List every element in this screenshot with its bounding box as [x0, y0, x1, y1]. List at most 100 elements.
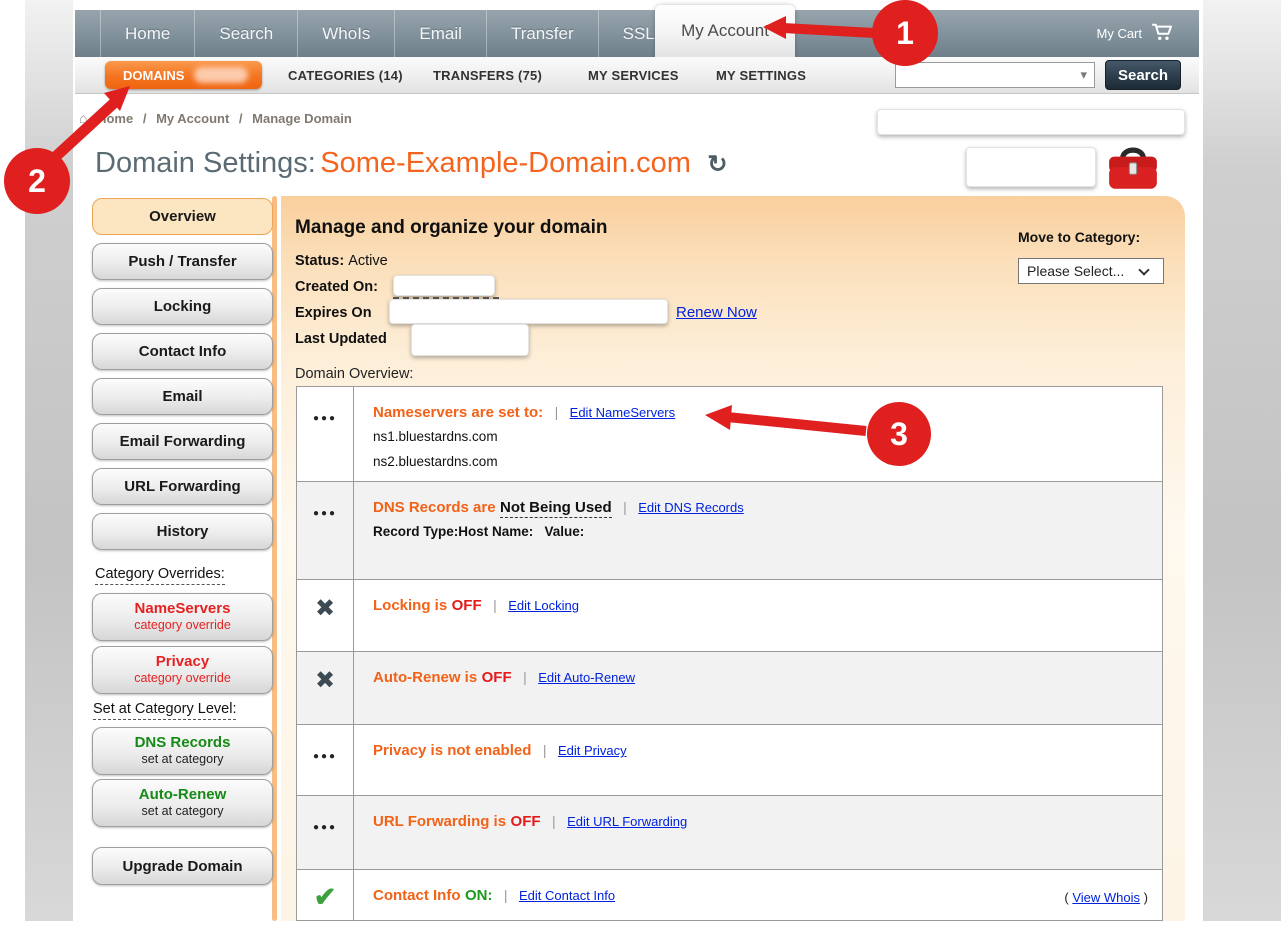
dots-icon: ●●● [297, 508, 353, 519]
nav-tab-home[interactable]: Home [100, 10, 195, 57]
row-icon-cell: ●●● [297, 482, 354, 579]
table-row-locking: ✖ Locking is OFF | Edit Locking [297, 580, 1162, 652]
override-title: Privacy [156, 653, 209, 670]
status-label: Status: [295, 253, 344, 269]
breadcrumb: ⌂ Home / My Account / Manage Domain [79, 110, 352, 126]
nameserver-2: ns2.bluestardns.com [373, 452, 1144, 472]
breadcrumb-manage-domain[interactable]: Manage Domain [252, 111, 352, 126]
home-icon: ⌂ [79, 110, 87, 126]
breadcrumb-home[interactable]: Home [97, 111, 133, 126]
redacted-expires-date [389, 299, 668, 324]
sidebar-button-nameservers-override[interactable]: NameServers category override [92, 593, 273, 641]
category-overrides-heading: Category Overrides: [95, 566, 225, 582]
category-title: Auto-Renew [139, 786, 227, 803]
status-line: Status: Active [295, 253, 388, 269]
row-title: Locking is [373, 597, 447, 614]
sidebar-tab-contact-info[interactable]: Contact Info [92, 333, 273, 370]
title-domain-name: Some-Example-Domain.com [320, 147, 691, 179]
row-status: OFF [482, 669, 512, 686]
toolbox-icon[interactable] [1106, 141, 1160, 198]
row-icon-cell: ✔ [297, 870, 354, 921]
nav-tab-transfer[interactable]: Transfer [487, 10, 599, 57]
pipe-separator: | [555, 404, 559, 420]
category-subtitle: set at category [142, 751, 224, 768]
subnav-item-categories[interactable]: CATEGORIES (14) [288, 57, 403, 93]
pipe-separator: | [504, 887, 508, 903]
edit-dns-records-link[interactable]: Edit DNS Records [638, 500, 743, 515]
edit-locking-link[interactable]: Edit Locking [508, 598, 579, 613]
last-updated-label: Last Updated [295, 331, 387, 347]
category-title: DNS Records [135, 734, 231, 751]
upgrade-domain-button[interactable]: Upgrade Domain [92, 847, 273, 885]
edit-nameservers-link[interactable]: Edit NameServers [570, 405, 675, 420]
table-row-auto-renew: ✖ Auto-Renew is OFF | Edit Auto-Renew [297, 652, 1162, 725]
breadcrumb-separator: / [143, 111, 147, 126]
sidebar-tab-email[interactable]: Email [92, 378, 273, 415]
row-status: OFF [452, 597, 482, 614]
category-subtitle: set at category [142, 803, 224, 820]
domain-manager-page: Home Search WhoIs Email Transfer SSL My … [0, 0, 1287, 931]
row-title: DNS Records are [373, 499, 496, 516]
move-to-category-select[interactable]: Please Select... [1018, 258, 1164, 284]
table-row-nameservers: ●●● Nameservers are set to: | Edit NameS… [297, 387, 1162, 482]
renew-now-link[interactable]: Renew Now [676, 304, 757, 321]
table-row-url-forwarding: ●●● URL Forwarding is OFF | Edit URL For… [297, 796, 1162, 870]
row-title: Contact Info [373, 887, 461, 904]
row-title: URL Forwarding is [373, 813, 506, 830]
domain-search-dropdown[interactable]: ▾ [895, 62, 1095, 88]
created-on-line: Created On: [295, 279, 378, 295]
nav-tab-search[interactable]: Search [195, 10, 298, 57]
sidebar-button-privacy-override[interactable]: Privacy category override [92, 646, 273, 694]
nav-tab-email[interactable]: Email [395, 10, 487, 57]
x-icon: ✖ [297, 666, 353, 695]
subnav-item-my-services[interactable]: MY SERVICES [588, 57, 679, 93]
table-row-dns-records: ●●● DNS Records are Not Being Used | Edi… [297, 482, 1162, 580]
expires-on-label: Expires On [295, 305, 372, 321]
redacted-updated-date [411, 324, 529, 356]
paren-close: ) [1140, 890, 1148, 905]
pipe-separator: | [552, 813, 556, 829]
sidebar-tab-email-forwarding[interactable]: Email Forwarding [92, 423, 273, 460]
sidebar-tab-history[interactable]: History [92, 513, 273, 550]
row-icon-cell: ●●● [297, 387, 354, 481]
redacted-box-top [877, 109, 1185, 135]
breadcrumb-my-account[interactable]: My Account [156, 111, 229, 126]
sidebar-tab-overview[interactable]: Overview [92, 198, 273, 235]
subnav-item-transfers[interactable]: TRANSFERS (75) [433, 57, 542, 93]
row-status: Not Being Used [500, 499, 612, 518]
override-subtitle: category override [134, 617, 231, 634]
subnav-item-my-settings[interactable]: MY SETTINGS [716, 57, 806, 93]
my-cart-label: My Cart [1097, 26, 1143, 41]
row-title: Nameservers are set to: [373, 404, 543, 421]
expires-on-line: Expires On [295, 305, 372, 321]
edit-privacy-link[interactable]: Edit Privacy [558, 743, 627, 758]
sidebar-tab-locking[interactable]: Locking [92, 288, 273, 325]
dots-icon: ●●● [297, 751, 353, 762]
check-icon: ✔ [297, 882, 353, 913]
search-button[interactable]: Search [1105, 60, 1181, 90]
cart-icon [1151, 23, 1173, 44]
edit-auto-renew-link[interactable]: Edit Auto-Renew [538, 670, 635, 685]
my-cart-button[interactable]: My Cart [1097, 10, 1174, 57]
nav-tab-my-account[interactable]: My Account [655, 5, 795, 57]
row-icon-cell: ✖ [297, 652, 354, 724]
nav-tab-whois[interactable]: WhoIs [298, 10, 395, 57]
sidebar-button-auto-renew-category[interactable]: Auto-Renew set at category [92, 779, 273, 827]
edit-contact-info-link[interactable]: Edit Contact Info [519, 888, 615, 903]
view-whois-wrap: ( View Whois ) [1064, 890, 1148, 905]
edit-url-forwarding-link[interactable]: Edit URL Forwarding [567, 814, 687, 829]
sidebar-tab-push-transfer[interactable]: Push / Transfer [92, 243, 273, 280]
row-status: ON: [465, 887, 493, 904]
table-row-privacy: ●●● Privacy is not enabled | Edit Privac… [297, 725, 1162, 796]
left-gutter [25, 0, 73, 921]
redacted-box-title [966, 147, 1096, 187]
subnav-item-domains[interactable]: DOMAINS [105, 61, 262, 89]
view-whois-link[interactable]: View Whois [1072, 890, 1140, 905]
record-column-labels: Record Type:Host Name: Value: [373, 524, 1144, 539]
right-gutter [1203, 0, 1281, 921]
table-row-contact-info: ✔ Contact Info ON: | Edit Contact Info (… [297, 870, 1162, 921]
refresh-icon[interactable]: ↻ [707, 151, 727, 178]
manage-domain-heading: Manage and organize your domain [295, 217, 608, 239]
sidebar-button-dns-records-category[interactable]: DNS Records set at category [92, 727, 273, 775]
sidebar-tab-url-forwarding[interactable]: URL Forwarding [92, 468, 273, 505]
